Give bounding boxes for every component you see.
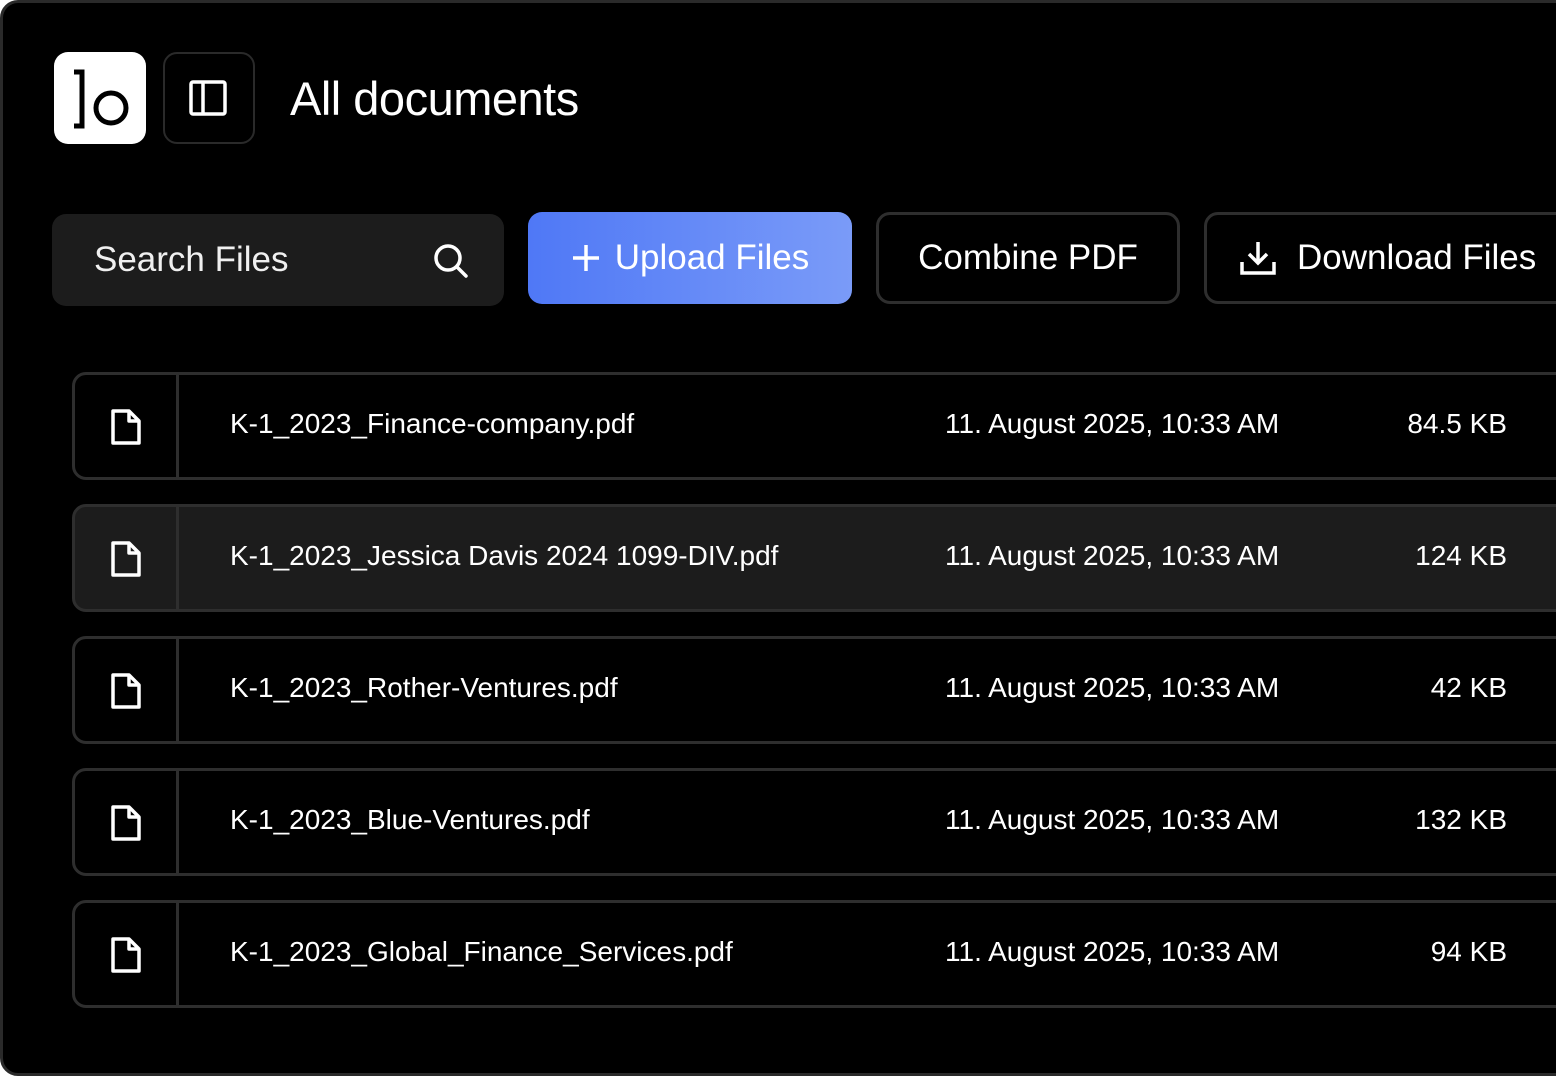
- file-row[interactable]: K-1_2023_Finance-company.pdf 11. August …: [72, 372, 1556, 480]
- file-date: 11. August 2025, 10:33 AM: [945, 672, 1280, 703]
- sidebar-toggle-button[interactable]: [163, 52, 255, 144]
- search-input[interactable]: Search Files: [52, 214, 504, 306]
- file-name: K-1_2023_Global_Finance_Services.pdf: [230, 936, 733, 967]
- file-row[interactable]: K-1_2023_Global_Finance_Services.pdf 11.…: [72, 900, 1556, 1008]
- download-files-label: Download Files: [1297, 238, 1537, 277]
- file-icon: [111, 409, 141, 445]
- file-date: 11. August 2025, 10:33 AM: [945, 408, 1280, 439]
- file-icon: [111, 805, 141, 841]
- download-icon: [1240, 242, 1276, 275]
- file-icon-cell: [75, 507, 179, 609]
- page-title: All documents: [290, 72, 579, 125]
- upload-files-button[interactable]: Upload Files: [528, 212, 852, 304]
- file-row[interactable]: K-1_2023_Blue-Ventures.pdf 11. August 20…: [72, 768, 1556, 876]
- file-icon-cell: [75, 903, 179, 1005]
- lo-logo-icon[interactable]: [54, 52, 146, 144]
- file-icon: [111, 541, 141, 577]
- app-window: All documents Search Files Upload Files …: [0, 0, 1556, 1076]
- file-size: 42 KB: [1430, 672, 1507, 703]
- file-size: 84.5 KB: [1407, 408, 1507, 439]
- file-icon-cell: [75, 375, 179, 477]
- sidebar-panel-icon: [189, 80, 227, 116]
- file-size: 94 KB: [1430, 936, 1507, 967]
- file-icon: [111, 937, 141, 973]
- file-name: K-1_2023_Finance-company.pdf: [230, 408, 635, 439]
- combine-pdf-button[interactable]: Combine PDF: [876, 212, 1180, 304]
- file-date: 11. August 2025, 10:33 AM: [945, 804, 1280, 835]
- file-date: 11. August 2025, 10:33 AM: [945, 936, 1280, 967]
- file-size: 132 KB: [1415, 804, 1507, 835]
- file-row[interactable]: K-1_2023_Jessica Davis 2024 1099-DIV.pdf…: [72, 504, 1556, 612]
- download-files-button[interactable]: Download Files: [1204, 212, 1556, 304]
- combine-pdf-label: Combine PDF: [918, 238, 1138, 277]
- file-name: K-1_2023_Rother-Ventures.pdf: [230, 672, 618, 703]
- file-row[interactable]: K-1_2023_Rother-Ventures.pdf 11. August …: [72, 636, 1556, 744]
- upload-files-label: Upload Files: [614, 238, 810, 277]
- plus-icon: [572, 245, 599, 271]
- search-placeholder: Search Files: [94, 240, 289, 279]
- search-icon[interactable]: [432, 242, 470, 280]
- file-size: 124 KB: [1415, 540, 1507, 571]
- file-icon-cell: [75, 639, 179, 741]
- file-icon: [111, 673, 141, 709]
- file-name: K-1_2023_Blue-Ventures.pdf: [230, 804, 590, 835]
- file-date: 11. August 2025, 10:33 AM: [945, 540, 1280, 571]
- file-name: K-1_2023_Jessica Davis 2024 1099-DIV.pdf: [230, 540, 779, 571]
- file-icon-cell: [75, 771, 179, 873]
